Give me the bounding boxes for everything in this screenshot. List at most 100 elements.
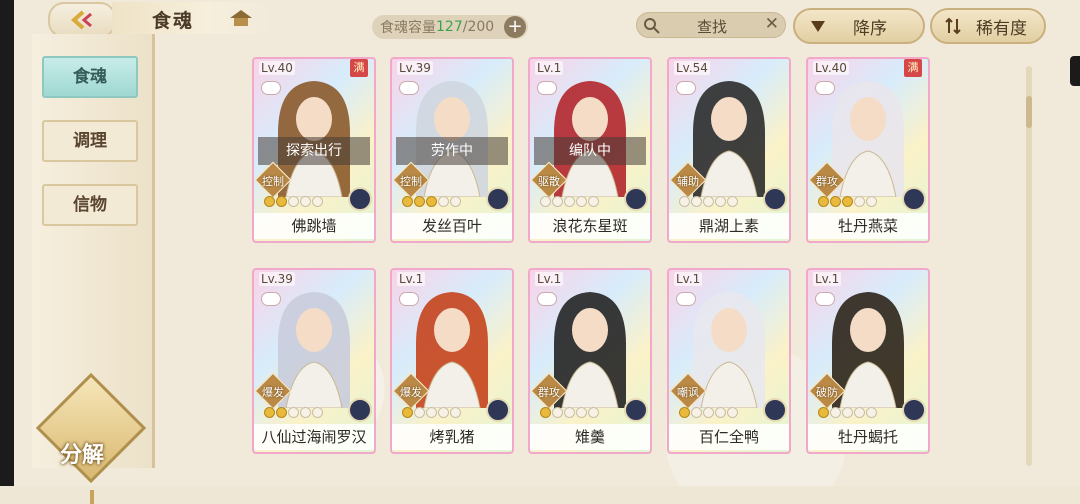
star-icon — [438, 407, 449, 418]
tab-food-soul[interactable]: 食魂 — [42, 56, 138, 98]
card-name: 浪花东星斑 — [530, 213, 650, 239]
food-soul-card[interactable]: Lv.40 满 探索出行 控制 佛跳墙 — [252, 57, 376, 243]
food-soul-card[interactable]: Lv.54 辅助 鼎湖上素 — [667, 57, 791, 243]
side-panel: 食魂 调理 信物 分解 — [32, 34, 155, 504]
star-rating — [264, 407, 323, 418]
clear-icon[interactable]: ✕ — [765, 14, 779, 34]
star-icon — [312, 196, 323, 207]
star-icon — [727, 196, 738, 207]
capacity-display: 食魂容量 127 /200 + — [372, 15, 528, 39]
element-icon — [763, 187, 787, 211]
star-icon — [866, 196, 877, 207]
card-name: 牡丹蝎托 — [808, 424, 928, 450]
star-rating — [818, 196, 877, 207]
star-icon — [854, 407, 865, 418]
max-badge: 满 — [904, 59, 922, 77]
star-icon — [402, 196, 413, 207]
role-label: 爆发 — [400, 386, 422, 399]
food-soul-card[interactable]: Lv.1 爆发 烤乳猪 — [390, 268, 514, 454]
element-icon — [486, 187, 510, 211]
role-label: 群攻 — [538, 386, 560, 399]
top-bar: 食魂 食魂容量 127 /200 + 查找 ✕ 降序 稀有度 — [14, 0, 1080, 44]
food-soul-card[interactable]: Lv.39 劳作中 控制 发丝百叶 — [390, 57, 514, 243]
star-rating — [264, 196, 323, 207]
role-label: 控制 — [262, 175, 284, 188]
pavilion-icon — [230, 10, 252, 26]
level-label: Lv.39 — [397, 61, 433, 75]
affection-icon — [261, 81, 281, 95]
screen-edge-right — [1070, 56, 1080, 86]
level-label: Lv.1 — [674, 272, 703, 286]
star-icon — [830, 196, 841, 207]
capacity-current: 127 — [436, 19, 463, 35]
star-icon — [288, 196, 299, 207]
level-label: Lv.1 — [535, 272, 564, 286]
star-icon — [576, 407, 587, 418]
tab-tokens[interactable]: 信物 — [42, 184, 138, 226]
star-icon — [564, 407, 575, 418]
star-rating — [540, 407, 599, 418]
star-icon — [715, 407, 726, 418]
element-icon — [902, 398, 926, 422]
card-name: 佛跳墙 — [254, 213, 374, 239]
affection-icon — [399, 292, 419, 306]
food-soul-card[interactable]: Lv.40 满 群攻 牡丹燕菜 — [806, 57, 930, 243]
star-icon — [703, 407, 714, 418]
star-icon — [264, 196, 275, 207]
food-soul-card[interactable]: Lv.1 编队中 驱散 浪花东星斑 — [528, 57, 652, 243]
element-icon — [763, 398, 787, 422]
card-name: 牡丹燕菜 — [808, 213, 928, 239]
tab-conditioning[interactable]: 调理 — [42, 120, 138, 162]
card-name: 雉羹 — [530, 424, 650, 450]
star-icon — [818, 196, 829, 207]
star-icon — [312, 407, 323, 418]
star-icon — [414, 196, 425, 207]
star-icon — [552, 196, 563, 207]
sort-order-button[interactable]: 降序 — [793, 8, 925, 44]
affection-icon — [537, 81, 557, 95]
food-soul-card[interactable]: Lv.39 爆发 八仙过海闹罗汉 — [252, 268, 376, 454]
status-overlay: 编队中 — [534, 137, 646, 165]
affection-icon — [261, 292, 281, 306]
sort-rarity-button[interactable]: 稀有度 — [930, 8, 1046, 44]
add-capacity-button[interactable]: + — [504, 16, 526, 38]
back-arrow-icon — [70, 10, 92, 30]
element-icon — [348, 398, 372, 422]
search-box[interactable]: 查找 ✕ — [636, 12, 786, 38]
food-soul-card[interactable]: Lv.1 破防 牡丹蝎托 — [806, 268, 930, 454]
food-soul-card[interactable]: Lv.1 群攻 雉羹 — [528, 268, 652, 454]
star-icon — [276, 196, 287, 207]
back-button[interactable] — [48, 2, 116, 38]
star-icon — [691, 407, 702, 418]
role-label: 控制 — [400, 175, 422, 188]
star-icon — [576, 196, 587, 207]
star-icon — [715, 196, 726, 207]
star-rating — [679, 407, 738, 418]
status-overlay: 劳作中 — [396, 137, 508, 165]
card-name: 发丝百叶 — [392, 213, 512, 239]
screen-edge — [0, 0, 14, 486]
level-label: Lv.40 — [259, 61, 295, 75]
star-icon — [414, 407, 425, 418]
affection-icon — [399, 81, 419, 95]
star-icon — [679, 407, 690, 418]
star-icon — [818, 407, 829, 418]
star-icon — [426, 196, 437, 207]
element-icon — [486, 398, 510, 422]
level-label: Lv.40 — [813, 61, 849, 75]
star-icon — [300, 407, 311, 418]
food-soul-card[interactable]: Lv.1 嘲讽 百仁全鸭 — [667, 268, 791, 454]
affection-icon — [815, 292, 835, 306]
triangle-down-icon — [811, 21, 825, 32]
scrollbar-thumb[interactable] — [1026, 96, 1032, 128]
star-icon — [588, 196, 599, 207]
star-icon — [691, 196, 702, 207]
level-label: Lv.39 — [259, 272, 295, 286]
star-icon — [679, 196, 690, 207]
star-icon — [426, 407, 437, 418]
element-icon — [902, 187, 926, 211]
star-icon — [854, 196, 865, 207]
role-label: 驱散 — [538, 175, 560, 188]
swap-icon — [945, 17, 961, 35]
star-icon — [842, 196, 853, 207]
